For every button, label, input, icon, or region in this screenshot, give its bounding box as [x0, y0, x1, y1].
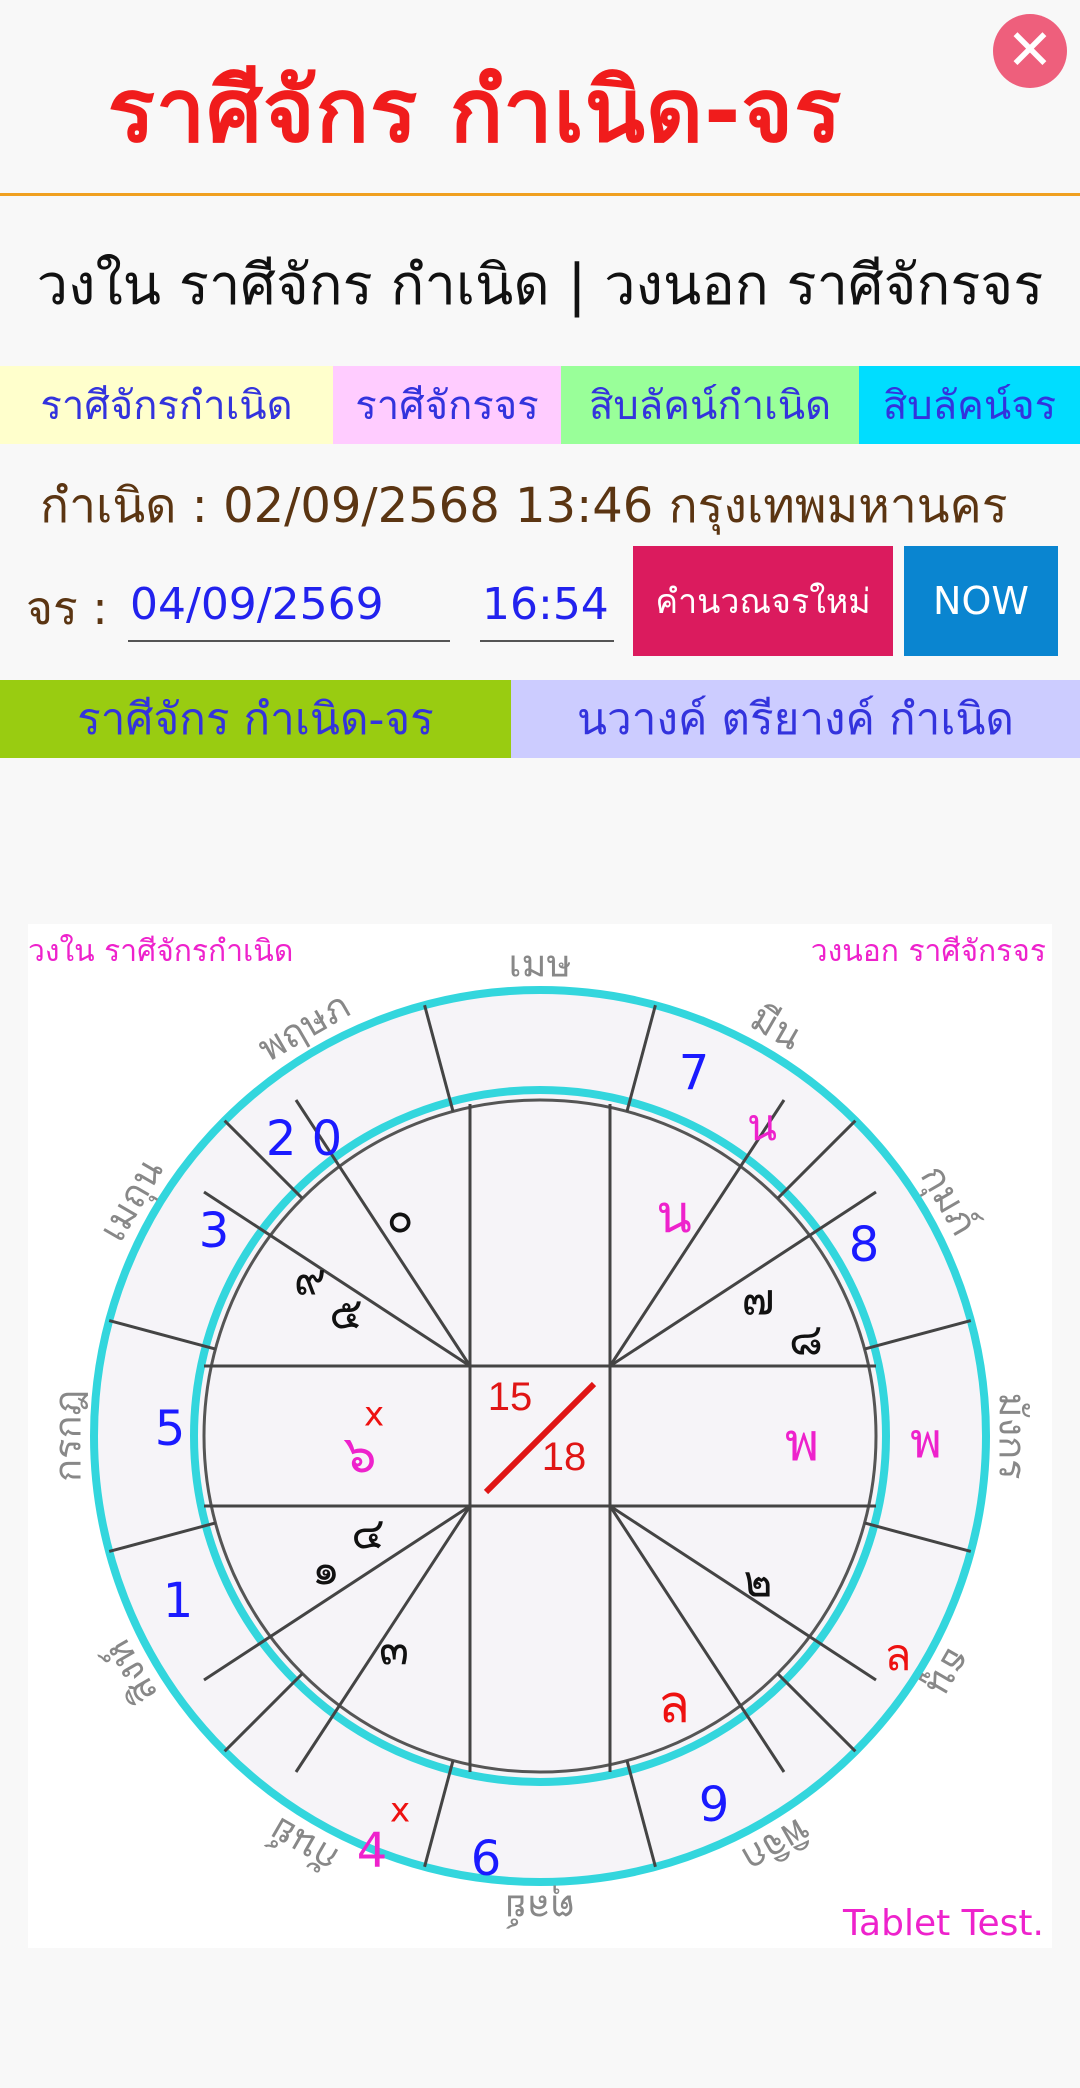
sign-label: เมษ: [508, 942, 571, 986]
tab-transit-ten-lagna[interactable]: สิบลัคน์จร: [859, 366, 1080, 444]
recalculate-transit-button[interactable]: คำนวณจรใหม่: [633, 546, 893, 656]
chart-type-tabs: ราศีจักรกำเนิด ราศีจักรจร สิบลัคน์กำเนิด…: [0, 366, 1080, 444]
sign-label: มังกร: [991, 1392, 1035, 1479]
zodiac-wheel: 15 18 เมษมีนกุมภ์มังกรธนูพิจิกตุลย์กันย์…: [46, 942, 1035, 1931]
transit-planet-mark: ล: [885, 1630, 912, 1681]
tab-birth-ten-lagna[interactable]: สิบลัคน์กำเนิด: [561, 366, 859, 444]
birth-planet-mark: ๔: [351, 1508, 384, 1559]
birth-planet-mark: ๓: [379, 1624, 409, 1675]
close-button[interactable]: ✕: [993, 14, 1067, 88]
chart-description: วงใน ราศีจักร กำเนิด | วงนอก ราศีจักรจร: [36, 253, 1044, 318]
sign-label: กรกฎ: [46, 1390, 90, 1482]
view-tabs: ราศีจักร กำเนิด-จร นวางค์ ตรียางค์ กำเนิ…: [0, 680, 1080, 758]
birth-planet-mark: ล: [658, 1675, 690, 1735]
birth-planet-mark: ๗: [741, 1274, 774, 1325]
birth-planet-mark: น: [656, 1185, 692, 1245]
tab-transit-zodiac[interactable]: ราศีจักรจร: [333, 366, 561, 444]
transit-planet-mark: 3: [199, 1203, 230, 1259]
transit-planet-mark: 6: [471, 1831, 502, 1887]
transit-planet-mark: น: [747, 1100, 777, 1151]
birth-planet-mark: ๕: [329, 1288, 362, 1339]
transit-time-input[interactable]: [480, 568, 614, 642]
birth-planet-mark: ๘: [789, 1314, 823, 1365]
transit-planet-mark: 2 0: [266, 1111, 342, 1167]
tab-birth-transit-chart[interactable]: ราศีจักร กำเนิด-จร: [0, 680, 511, 758]
birth-planet-mark: ๐: [387, 1192, 414, 1243]
header-divider: [0, 193, 1080, 196]
birth-planet-mark: ๙: [294, 1254, 326, 1305]
lagna-degree-bottom: 18: [542, 1435, 587, 1479]
birth-info: กำเนิด : 02/09/2568 13:46 กรุงเทพมหานคร: [40, 478, 1008, 534]
transit-planet-mark: 9: [699, 1777, 730, 1833]
transit-planet-mark: 8: [849, 1217, 880, 1273]
transit-planet-mark: 5: [155, 1401, 186, 1457]
sign-label: ตุลย์: [505, 1886, 575, 1931]
birth-planet-mark: พ: [785, 1413, 819, 1473]
birth-planet-mark: ๑: [312, 1544, 340, 1595]
page-title: ราศีจักร กำเนิด-จร: [107, 59, 843, 162]
tab-birth-zodiac[interactable]: ราศีจักรกำเนิด: [0, 366, 333, 444]
transit-planet-mark: 1: [163, 1573, 194, 1629]
close-icon: ✕: [1006, 18, 1054, 83]
zodiac-chart: วงใน ราศีจักรกำเนิด วงนอก ราศีจักรจร Tab…: [28, 924, 1052, 1948]
tab-navamsa-drekkana[interactable]: นวางค์ ตรียางค์ กำเนิด: [511, 680, 1080, 758]
transit-planet-mark: 7: [679, 1045, 710, 1101]
transit-date-input[interactable]: [128, 568, 450, 642]
lagna-degree-top: 15: [488, 1375, 533, 1419]
transit-planet-mark: พ: [910, 1413, 942, 1469]
transit-label: จร :: [26, 581, 108, 635]
birth-planet-mark: x: [364, 1395, 384, 1435]
now-button[interactable]: NOW: [904, 546, 1058, 656]
birth-planet-mark: ๒: [743, 1556, 772, 1607]
transit-planet-mark: x: [390, 1791, 410, 1831]
transit-planet-mark: 4: [357, 1823, 388, 1879]
